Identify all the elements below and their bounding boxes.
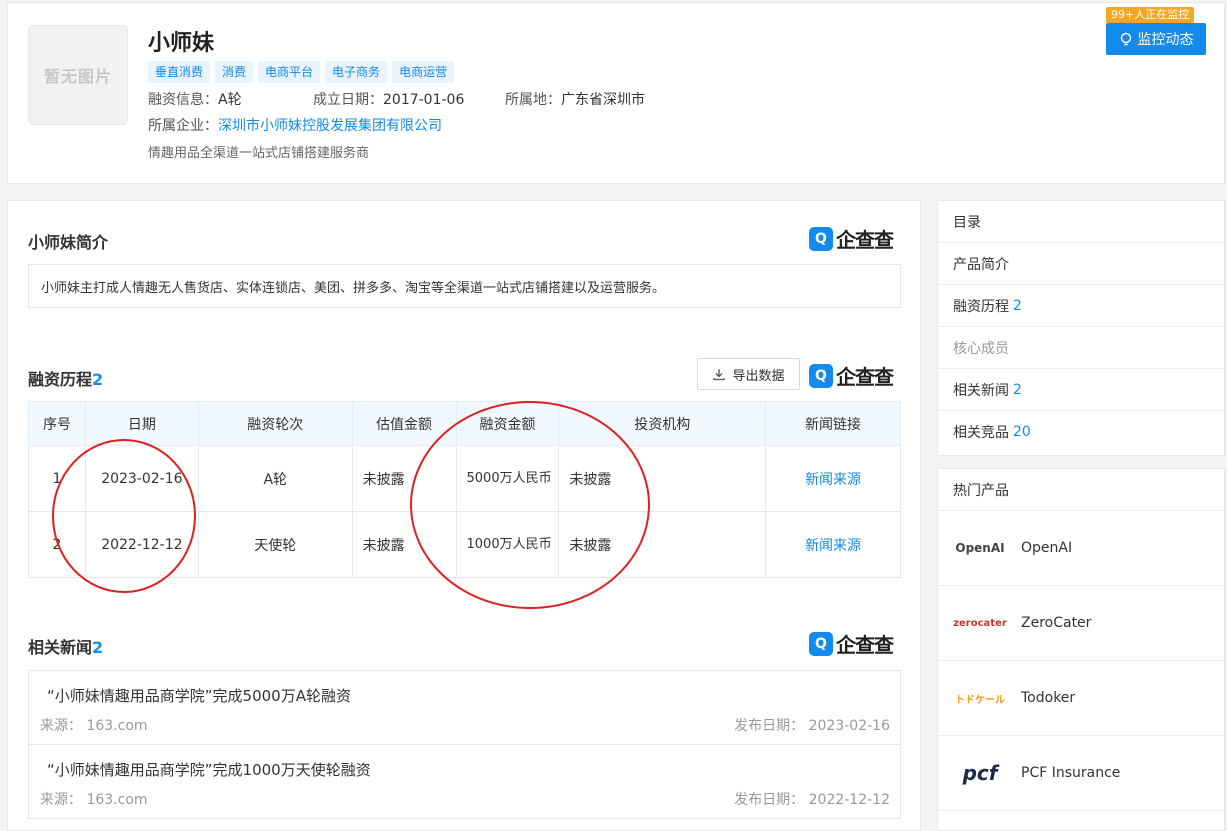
- row-valuation: 未披露: [351, 445, 457, 512]
- news-item-date: 发布日期： 2023-02-16: [734, 718, 890, 734]
- hot-product-name[interactable]: Todoker: [1021, 690, 1075, 706]
- zerocater-logo: zerocater: [953, 617, 1007, 629]
- founded-info: 成立日期：2017-01-06: [313, 92, 465, 108]
- row-investor: 未披露: [558, 445, 767, 512]
- news-item-title[interactable]: “小师妹情趣用品商学院”完成1000万天使轮融资: [47, 759, 371, 780]
- column-header: 融资金额: [455, 401, 560, 446]
- qcc-logo-icon: Q: [809, 631, 833, 656]
- toc-title: 目录: [938, 201, 1224, 243]
- enterprise-link[interactable]: 深圳市小师妹控股发展集团有限公司: [218, 118, 442, 134]
- hot-product-item[interactable]: OpenAI OpenAI: [938, 511, 1224, 586]
- news-title: 相关新闻2: [28, 638, 104, 657]
- row-round: 天使轮: [197, 511, 353, 578]
- company-logo-placeholder: 暂无图片: [28, 25, 128, 125]
- hot-product-item[interactable]: pcf PCF Insurance: [938, 736, 1224, 811]
- tag[interactable]: 电商平台: [258, 61, 321, 83]
- hot-product-item[interactable]: zerocater ZeroCater: [938, 586, 1224, 661]
- info-row: 融资信息：A轮 成立日期：2017-01-06 所属地：广东省深圳市: [148, 89, 645, 109]
- news-item-date: 发布日期： 2022-12-12: [734, 792, 890, 808]
- todoker-logo: トドケール: [955, 694, 1005, 706]
- news-source-link[interactable]: 新闻来源: [765, 445, 901, 512]
- news-item[interactable]: “小师妹情趣用品商学院”完成1000万天使轮融资 来源： 163.com 发布日…: [28, 744, 901, 819]
- tag-list: 垂直消费 消费 电商平台 电子商务 电商运营: [148, 61, 455, 83]
- qcc-logo-icon: Q: [809, 363, 833, 388]
- bulb-icon: [1120, 32, 1131, 46]
- tag[interactable]: 电商运营: [392, 61, 455, 83]
- company-header: 暂无图片 小师妹 垂直消费 消费 电商平台 电子商务 电商运营 融资信息：A轮 …: [7, 2, 1225, 184]
- hot-products-panel: 热门产品 OpenAI OpenAI zerocater ZeroCater ト…: [937, 468, 1225, 831]
- intro-text: 小师妹主打成人情趣无人售货店、实体连锁店、美团、拼多多、淘宝等全渠道一站式店铺搭…: [28, 264, 901, 308]
- hot-product-name[interactable]: OpenAI: [1021, 540, 1072, 556]
- monitor-count-badge: 99+人正在监控: [1106, 7, 1195, 23]
- toc-item-core-members: 核心成员: [938, 327, 1224, 369]
- openai-logo: OpenAI: [955, 541, 1005, 555]
- funding-info: 融资信息：A轮: [148, 92, 242, 108]
- row-amount: 5000万人民币: [455, 445, 560, 512]
- row-index: 2: [28, 511, 86, 578]
- hot-product-item[interactable]: トドケール Todoker: [938, 661, 1224, 736]
- table-row: 2 2022-12-12 天使轮 未披露 1000万人民币 未披露 新闻来源: [28, 511, 901, 578]
- column-header: 估值金额: [351, 401, 457, 446]
- enterprise-row: 所属企业：深圳市小师妹控股发展集团有限公司: [148, 118, 442, 134]
- qcc-logo-icon: Q: [809, 226, 833, 251]
- news-source-link[interactable]: 新闻来源: [765, 511, 901, 578]
- download-icon: [713, 369, 726, 381]
- column-header: 新闻链接: [765, 401, 901, 446]
- company-name: 小师妹: [148, 31, 215, 56]
- hot-products-title: 热门产品: [938, 469, 1224, 511]
- pcf-logo: pcf: [962, 761, 998, 785]
- row-round: A轮: [197, 445, 353, 512]
- export-button[interactable]: 导出数据: [697, 358, 800, 390]
- row-date: 2022-12-12: [84, 511, 199, 578]
- toc-item-financing[interactable]: 融资历程 2: [938, 285, 1224, 327]
- table-header-row: 序号 日期 融资轮次 估值金额 融资金额 投资机构 新闻链接: [28, 401, 901, 446]
- row-date: 2023-02-16: [84, 445, 199, 512]
- table-row: 1 2023-02-16 A轮 未披露 5000万人民币 未披露 新闻来源: [28, 445, 901, 512]
- tag[interactable]: 消费: [215, 61, 254, 83]
- monitor-button[interactable]: 监控动态: [1106, 23, 1206, 55]
- tag[interactable]: 电子商务: [325, 61, 388, 83]
- news-item-source: 来源： 163.com: [40, 718, 148, 734]
- financing-title: 融资历程2: [28, 370, 104, 389]
- row-amount: 1000万人民币: [455, 511, 560, 578]
- tag[interactable]: 垂直消费: [148, 61, 211, 83]
- news-item-title[interactable]: “小师妹情趣用品商学院”完成5000万A轮融资: [47, 685, 351, 706]
- main-content: 小师妹简介 Q 企查查 小师妹主打成人情趣无人售货店、实体连锁店、美团、拼多多、…: [7, 200, 921, 831]
- row-investor: 未披露: [558, 511, 767, 578]
- toc-item-news[interactable]: 相关新闻 2: [938, 369, 1224, 411]
- intro-title: 小师妹简介: [28, 233, 109, 252]
- row-valuation: 未披露: [351, 511, 457, 578]
- qcc-brand: Q 企查查: [809, 629, 894, 658]
- row-index: 1: [28, 445, 86, 512]
- qcc-brand: Q 企查查: [809, 224, 894, 253]
- toc-panel: 目录 产品简介 融资历程 2 核心成员 相关新闻 2 相关竞品 20: [937, 200, 1225, 456]
- column-header: 投资机构: [558, 401, 767, 446]
- hot-product-name[interactable]: PCF Insurance: [1021, 765, 1120, 781]
- news-item[interactable]: “小师妹情趣用品商学院”完成5000万A轮融资 来源： 163.com 发布日期…: [28, 670, 901, 745]
- toc-item-competitors[interactable]: 相关竞品 20: [938, 411, 1224, 453]
- location-info: 所属地：广东省深圳市: [505, 92, 645, 108]
- company-description: 情趣用品全渠道一站式店铺搭建服务商: [148, 146, 370, 161]
- column-header: 日期: [84, 401, 199, 446]
- column-header: 序号: [28, 401, 86, 446]
- hot-product-name[interactable]: ZeroCater: [1021, 615, 1091, 631]
- column-header: 融资轮次: [197, 401, 353, 446]
- financing-table: 序号 日期 融资轮次 估值金额 融资金额 投资机构 新闻链接 1 2023-02…: [28, 401, 901, 578]
- qcc-brand: Q 企查查: [809, 361, 894, 390]
- news-item-source: 来源： 163.com: [40, 792, 148, 808]
- toc-item-product-intro[interactable]: 产品简介: [938, 243, 1224, 285]
